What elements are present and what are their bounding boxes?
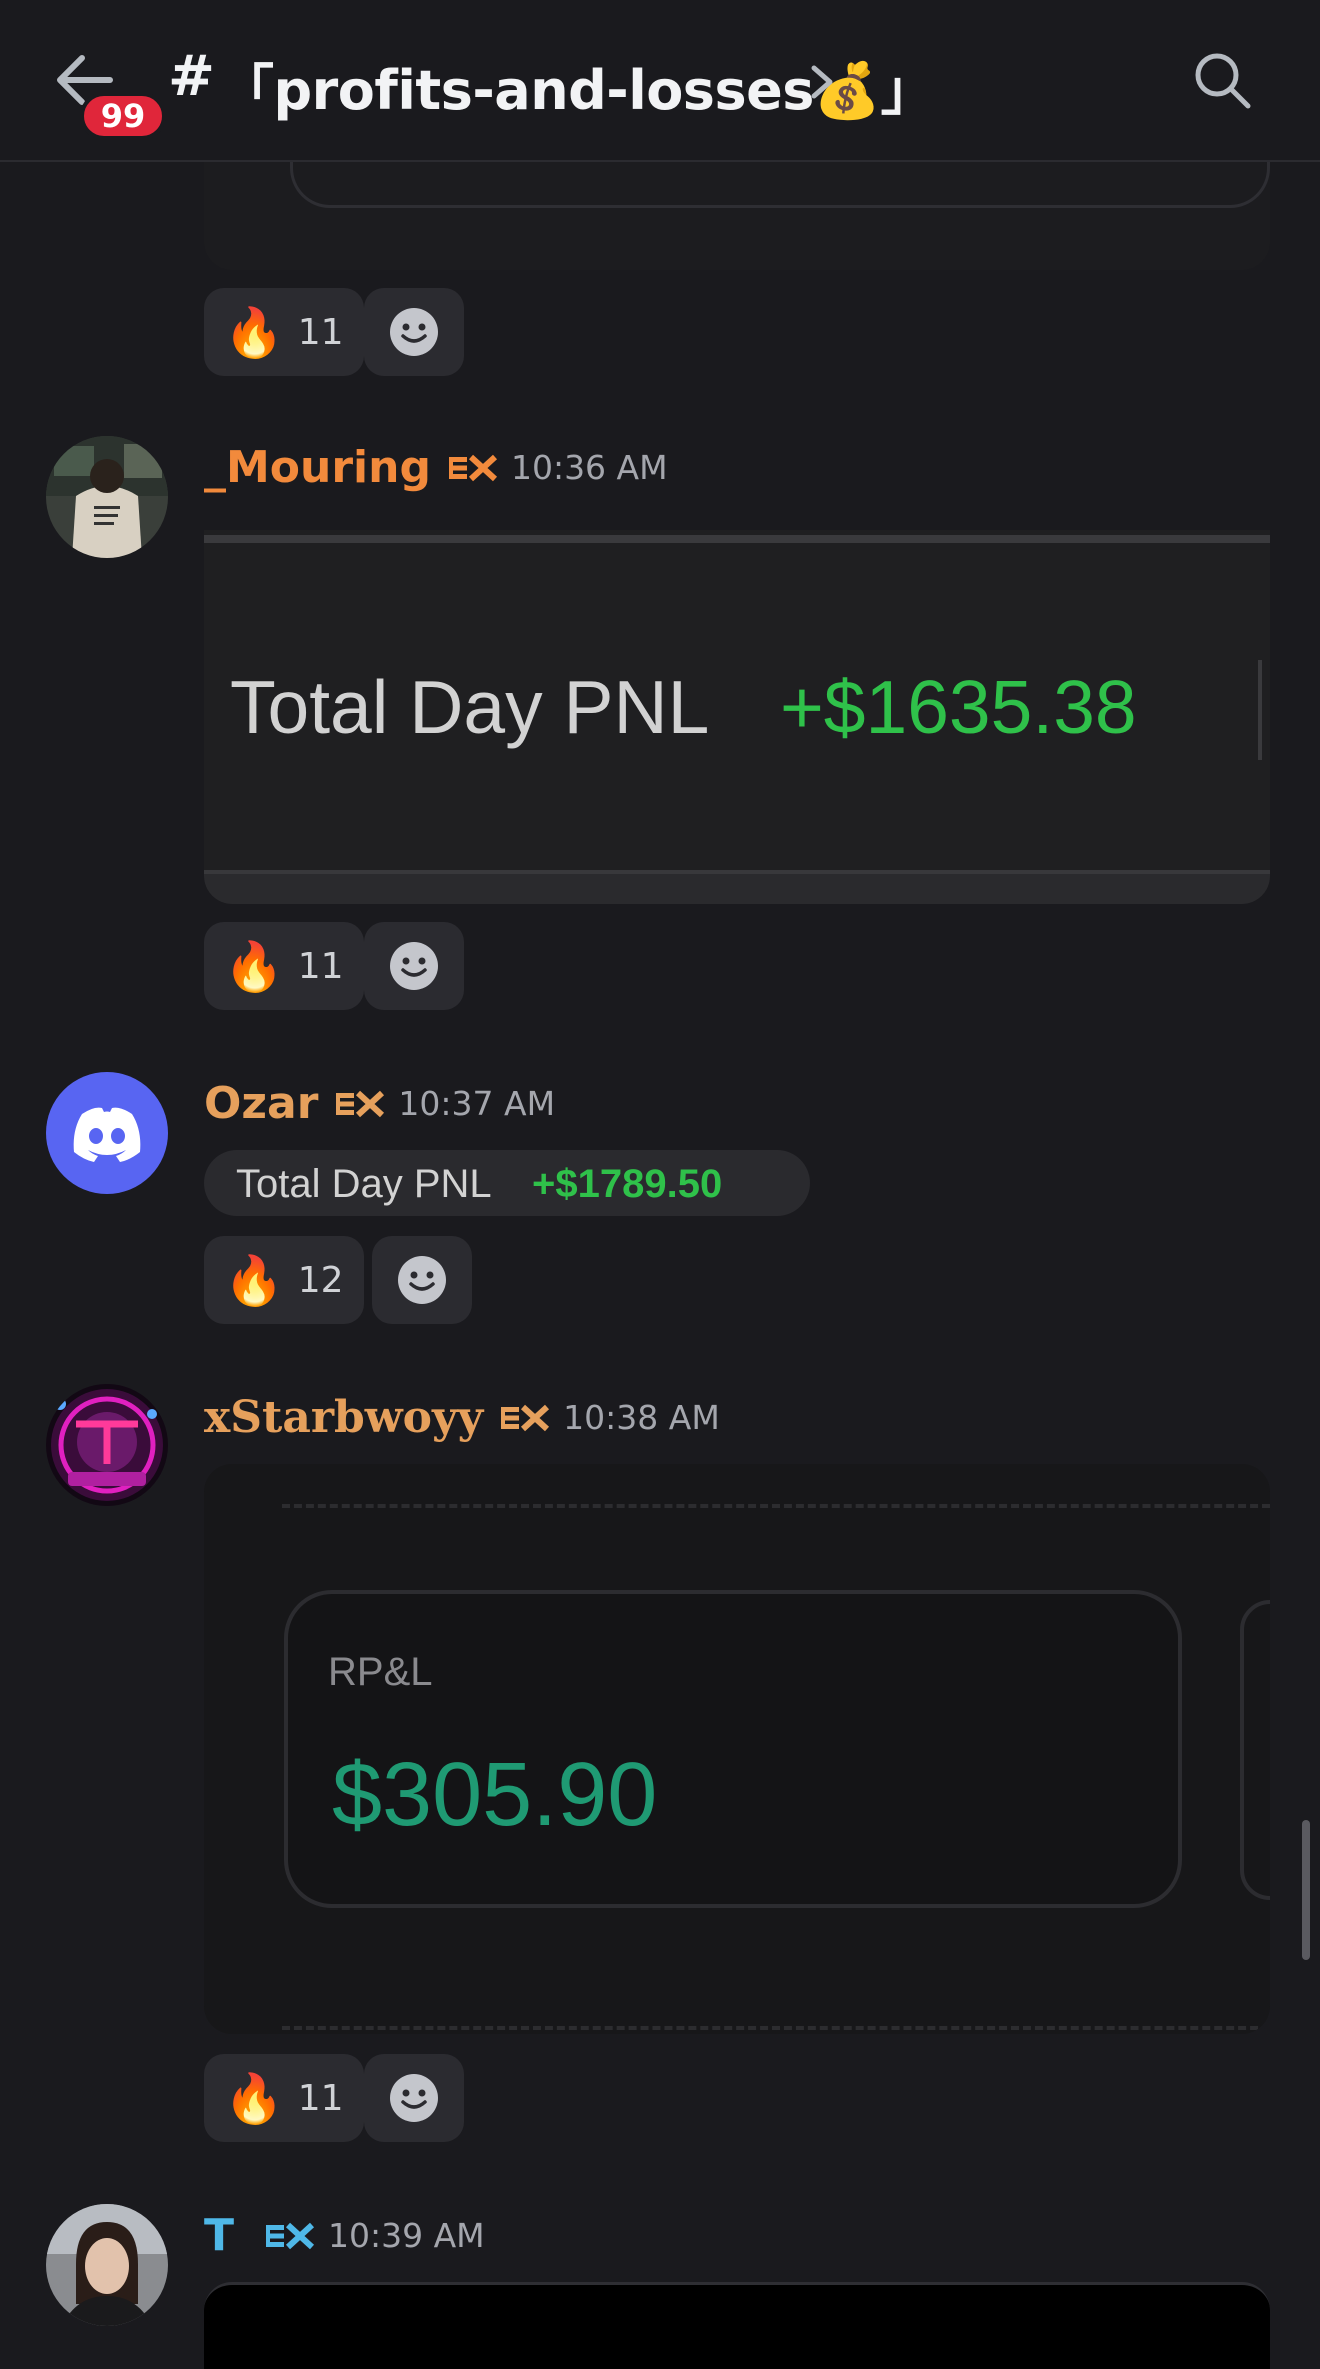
pnl-embed[interactable]: Total Day PNL +$1789.50 xyxy=(204,1150,810,1216)
message-header: T 10:39 AM xyxy=(204,2210,485,2261)
smiley-icon xyxy=(390,308,438,356)
reaction-fire[interactable]: 🔥 11 xyxy=(204,922,364,1010)
search-icon[interactable] xyxy=(1190,48,1254,112)
unread-badge: 99 xyxy=(80,92,166,140)
message-header: Ozar 10:37 AM xyxy=(204,1078,555,1129)
pnl-embed[interactable]: Total Day PNL +$1635.38 xyxy=(204,530,1270,904)
smiley-icon xyxy=(398,1256,446,1304)
pnl-value: +$1789.50 xyxy=(532,1162,723,1206)
add-reaction-button[interactable] xyxy=(364,288,464,376)
server-tag-icon[interactable] xyxy=(499,1403,551,1433)
message-header: _Mouring 10:36 AM xyxy=(204,442,668,493)
pnl-value: +$1635.38 xyxy=(780,665,1137,749)
pnl-label: Total Day PNL xyxy=(230,665,710,749)
username[interactable]: xStarbwoyy xyxy=(204,1392,483,1443)
add-reaction-button[interactable] xyxy=(372,1236,472,1324)
scrollbar-thumb[interactable] xyxy=(1302,1820,1310,1960)
rpl-card: RP&L $305.90 xyxy=(284,1590,1182,1908)
avatar-image xyxy=(46,436,168,558)
username[interactable]: T xyxy=(204,2210,234,2261)
previous-embed[interactable] xyxy=(204,162,1270,270)
username[interactable]: _Mouring xyxy=(204,442,431,493)
avatar-xstarbwoyy[interactable] xyxy=(46,1384,168,1506)
reaction-count: 12 xyxy=(297,1259,344,1301)
reaction-count: 11 xyxy=(297,311,344,353)
chevron-right-icon[interactable] xyxy=(806,62,838,102)
rpl-value: $305.90 xyxy=(332,1745,658,1845)
smiley-icon xyxy=(390,2074,438,2122)
pnl-label: Total Day PNL xyxy=(236,1162,492,1206)
message-header: xStarbwoyy 10:38 AM xyxy=(204,1392,720,1443)
username[interactable]: Ozar xyxy=(204,1078,318,1129)
reaction-fire[interactable]: 🔥 12 xyxy=(204,1236,364,1324)
avatar-image xyxy=(46,2204,168,2326)
add-reaction-button[interactable] xyxy=(364,2054,464,2142)
channel-hash-icon: # xyxy=(168,44,215,109)
discord-logo-icon xyxy=(73,1107,141,1162)
fire-emoji-icon: 🔥 xyxy=(224,1252,284,1309)
server-tag-icon[interactable] xyxy=(264,2221,316,2251)
reaction-fire[interactable]: 🔥 11 xyxy=(204,288,364,376)
message-timestamp: 10:37 AM xyxy=(398,1084,556,1123)
reaction-count: 11 xyxy=(297,945,344,987)
rpl-label: RP&L xyxy=(328,1650,433,1694)
image-embed[interactable] xyxy=(204,2282,1270,2369)
reaction-count: 11 xyxy=(297,2077,344,2119)
fire-emoji-icon: 🔥 xyxy=(224,938,284,995)
fire-emoji-icon: 🔥 xyxy=(224,2070,284,2127)
server-tag-icon[interactable] xyxy=(334,1089,386,1119)
message-timestamp: 10:39 AM xyxy=(328,2216,485,2255)
avatar-t[interactable] xyxy=(46,2204,168,2326)
avatar-mouring[interactable] xyxy=(46,436,168,558)
message-timestamp: 10:36 AM xyxy=(510,448,668,487)
add-reaction-button[interactable] xyxy=(364,922,464,1010)
avatar-ozar[interactable] xyxy=(46,1072,168,1194)
server-tag-icon[interactable] xyxy=(447,453,499,483)
rpl-embed[interactable]: RP&L $305.90 xyxy=(204,1464,1270,2034)
smiley-icon xyxy=(390,942,438,990)
avatar-image xyxy=(51,1389,163,1501)
message-timestamp: 10:38 AM xyxy=(563,1398,720,1437)
reaction-fire[interactable]: 🔥 11 xyxy=(204,2054,364,2142)
fire-emoji-icon: 🔥 xyxy=(224,304,284,361)
channel-header: 99 # 「profits-and-losses💰」 xyxy=(0,0,1320,162)
